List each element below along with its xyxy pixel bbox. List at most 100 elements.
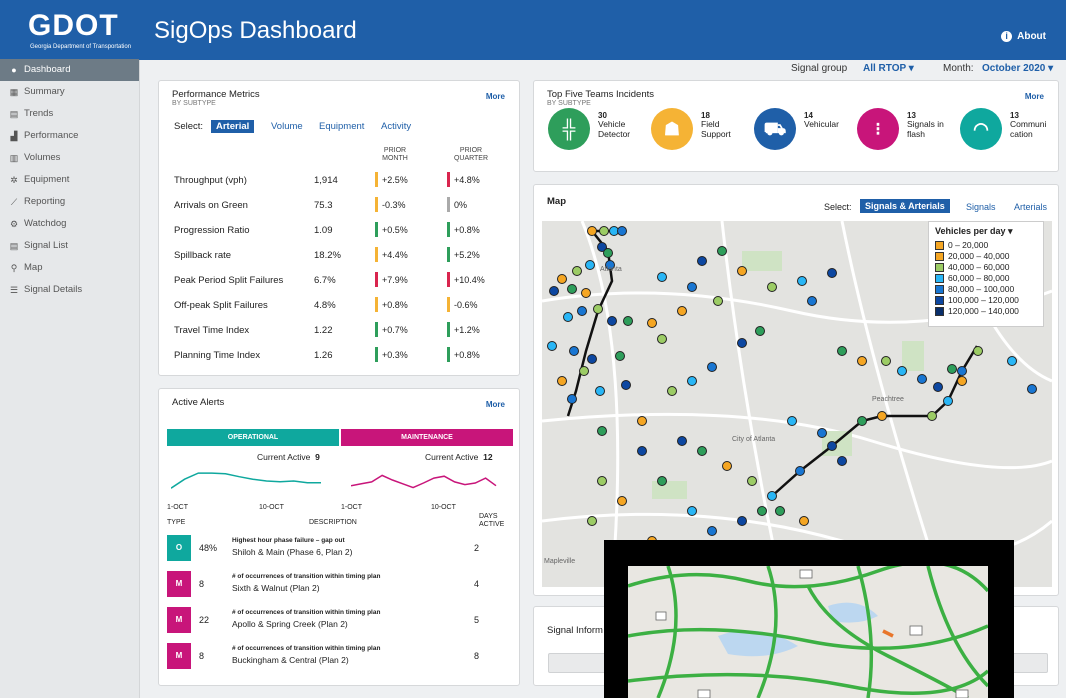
signal-marker[interactable] xyxy=(707,526,717,536)
alert-row[interactable]: M 8 # of occurrences of transition within … xyxy=(167,571,507,605)
metric-row[interactable]: Off-peak Split Failures 4.8% +0.8% -0.6% xyxy=(174,296,519,316)
traffic-map-thumbnail[interactable] xyxy=(628,566,988,698)
signal-marker[interactable] xyxy=(687,282,697,292)
signal-marker[interactable] xyxy=(957,366,967,376)
signal-marker[interactable] xyxy=(657,334,667,344)
signal-marker[interactable] xyxy=(827,441,837,451)
signal-marker[interactable] xyxy=(647,318,657,328)
signal-marker[interactable] xyxy=(857,416,867,426)
signal-marker[interactable] xyxy=(637,416,647,426)
signals-arterials-button[interactable]: Signals & Arterials xyxy=(860,199,950,213)
signal-marker[interactable] xyxy=(799,516,809,526)
signal-marker[interactable] xyxy=(547,341,557,351)
signal-marker[interactable] xyxy=(927,411,937,421)
signal-marker[interactable] xyxy=(857,356,867,366)
signal-marker[interactable] xyxy=(623,316,633,326)
signal-marker[interactable] xyxy=(607,316,617,326)
legend-title[interactable]: Vehicles per day ▾ xyxy=(935,226,1037,237)
sidebar-item-summary[interactable]: ▦ Summary xyxy=(0,81,139,103)
sidebar-item-equipment[interactable]: ✲ Equipment xyxy=(0,169,139,191)
more-link[interactable]: More xyxy=(486,400,505,409)
signal-marker[interactable] xyxy=(687,506,697,516)
metric-row[interactable]: Peak Period Split Failures 6.7% +7.9% +10.4… xyxy=(174,271,519,291)
legend-row[interactable]: 80,000 – 100,000 xyxy=(935,284,1037,295)
signal-marker[interactable] xyxy=(687,376,697,386)
metric-row[interactable]: Arrivals on Green 75.3 -0.3% 0% xyxy=(174,196,519,216)
signal-marker[interactable] xyxy=(603,248,613,258)
signal-marker[interactable] xyxy=(567,394,577,404)
signal-marker[interactable] xyxy=(697,446,707,456)
signal-marker[interactable] xyxy=(549,286,559,296)
signal-marker[interactable] xyxy=(1027,384,1037,394)
signal-marker[interactable] xyxy=(737,338,747,348)
signal-marker[interactable] xyxy=(943,396,953,406)
incident-item[interactable]: ☗ 18 Field Support xyxy=(651,108,751,150)
legend-checkbox[interactable] xyxy=(935,296,944,305)
more-link[interactable]: More xyxy=(1025,92,1044,101)
signals-button[interactable]: Signals xyxy=(966,202,996,212)
signal-marker[interactable] xyxy=(957,376,967,386)
alert-row[interactable]: M 8 # of occurrences of transition within … xyxy=(167,643,507,677)
metric-row[interactable]: Spillback rate 18.2% +4.4% +5.2% xyxy=(174,246,519,266)
signal-marker[interactable] xyxy=(722,461,732,471)
legend-checkbox[interactable] xyxy=(935,263,944,272)
legend-checkbox[interactable] xyxy=(935,307,944,316)
alert-row[interactable]: O 48% Highest hour phase failure – gap out… xyxy=(167,535,507,569)
tab-volume[interactable]: Volume xyxy=(271,121,303,132)
signal-marker[interactable] xyxy=(617,496,627,506)
signal-marker[interactable] xyxy=(579,366,589,376)
signal-marker[interactable] xyxy=(787,416,797,426)
signal-marker[interactable] xyxy=(621,380,631,390)
metric-row[interactable]: Planning Time Index 1.26 +0.3% +0.8% xyxy=(174,346,519,366)
signal-marker[interactable] xyxy=(757,506,767,516)
signal-marker[interactable] xyxy=(767,491,777,501)
signal-marker[interactable] xyxy=(775,506,785,516)
legend-checkbox[interactable] xyxy=(935,285,944,294)
sidebar-item-reporting[interactable]: ⟋ Reporting xyxy=(0,191,139,213)
signal-marker[interactable] xyxy=(557,274,567,284)
signal-marker[interactable] xyxy=(917,374,927,384)
signal-marker[interactable] xyxy=(587,226,597,236)
signal-marker[interactable] xyxy=(697,256,707,266)
signal-marker[interactable] xyxy=(563,312,573,322)
signal-group-select[interactable]: All RTOP ▾ xyxy=(863,63,914,74)
tab-activity[interactable]: Activity xyxy=(381,121,411,132)
signal-marker[interactable] xyxy=(767,282,777,292)
signal-marker[interactable] xyxy=(707,362,717,372)
signal-marker[interactable] xyxy=(597,476,607,486)
signal-marker[interactable] xyxy=(877,411,887,421)
signal-marker[interactable] xyxy=(585,260,595,270)
signal-marker[interactable] xyxy=(595,386,605,396)
metric-row[interactable]: Throughput (vph) 1,914 +2.5% +4.8% xyxy=(174,171,519,191)
tab-equipment[interactable]: Equipment xyxy=(319,121,364,132)
tab-arterial[interactable]: Arterial xyxy=(211,120,255,133)
signal-marker[interactable] xyxy=(677,306,687,316)
signal-marker[interactable] xyxy=(581,288,591,298)
month-select[interactable]: October 2020 ▾ xyxy=(982,63,1053,74)
sidebar-item-watchdog[interactable]: ⚙ Watchdog xyxy=(0,213,139,235)
signal-marker[interactable] xyxy=(897,366,907,376)
incident-item[interactable]: ⁝ 13 Signals in flash xyxy=(857,108,957,150)
signal-marker[interactable] xyxy=(797,276,807,286)
signal-marker[interactable] xyxy=(587,354,597,364)
about-button[interactable]: i About xyxy=(1001,31,1046,42)
signal-marker[interactable] xyxy=(881,356,891,366)
signal-marker[interactable] xyxy=(807,296,817,306)
signal-marker[interactable] xyxy=(637,446,647,456)
signal-marker[interactable] xyxy=(717,246,727,256)
sidebar-item-trends[interactable]: ▤ Trends xyxy=(0,103,139,125)
legend-row[interactable]: 40,000 – 60,000 xyxy=(935,262,1037,273)
metric-row[interactable]: Travel Time Index 1.22 +0.7% +1.2% xyxy=(174,321,519,341)
signal-marker[interactable] xyxy=(567,284,577,294)
maintenance-band[interactable]: MAINTENANCE xyxy=(341,429,513,446)
signal-marker[interactable] xyxy=(747,476,757,486)
signal-marker[interactable] xyxy=(577,306,587,316)
incident-item[interactable]: ⛟ 14 Vehicular xyxy=(754,108,854,150)
signal-marker[interactable] xyxy=(973,346,983,356)
metric-row[interactable]: Progression Ratio 1.09 +0.5% +0.8% xyxy=(174,221,519,241)
legend-checkbox[interactable] xyxy=(935,252,944,261)
signal-marker[interactable] xyxy=(947,364,957,374)
signal-marker[interactable] xyxy=(667,386,677,396)
incident-item[interactable]: ◠ 13 Communi cation xyxy=(960,108,1060,150)
sidebar-item-dashboard[interactable]: ● Dashboard xyxy=(0,59,139,81)
